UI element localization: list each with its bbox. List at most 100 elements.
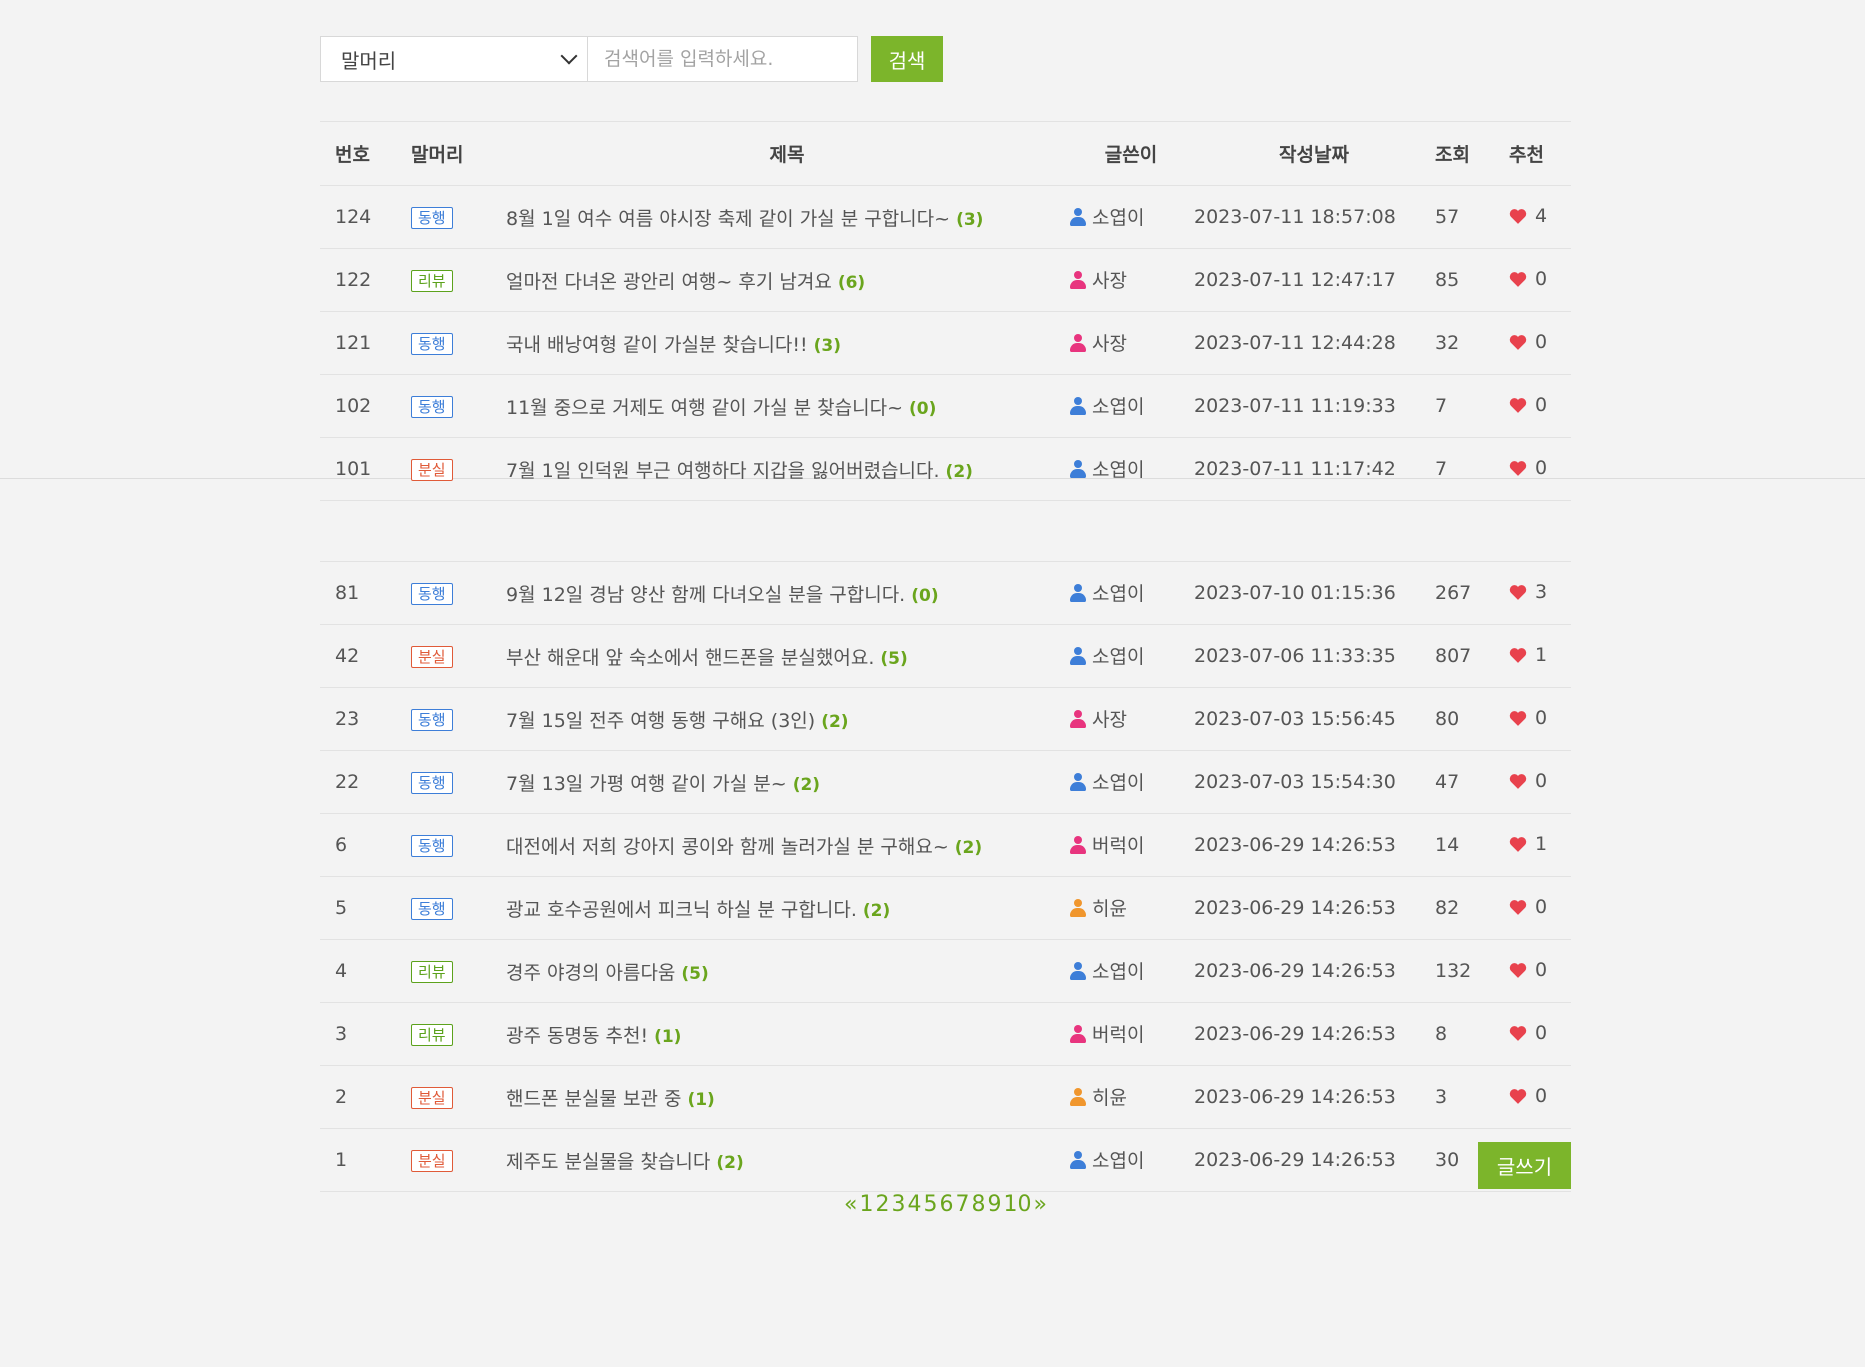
post-number: 5 (320, 876, 410, 940)
header-recommend: 추천 (1508, 121, 1571, 186)
post-title-link[interactable]: 7월 1일 인덕원 부근 여행하다 지갑을 잃어버렸습니다. (506, 460, 940, 482)
post-title-link[interactable]: 9월 12일 경남 양산 함께 다녀오실 분을 구합니다. (506, 584, 905, 606)
pagination-page-6[interactable]: 6 (940, 1192, 954, 1217)
table-row[interactable]: 6 동행 대전에서 저희 강아지 콩이와 함께 놀러가실 분 구해요~ (2) 버… (320, 813, 1571, 877)
search-input[interactable] (588, 36, 858, 82)
pagination-page-4[interactable]: 4 (908, 1192, 922, 1217)
post-title-link[interactable]: 11월 중으로 거제도 여행 같이 가실 분 찾습니다~ (506, 397, 903, 419)
writer-name[interactable]: 버럭이 (1092, 831, 1144, 858)
post-title-link[interactable]: 광주 동명동 추천! (506, 1025, 648, 1047)
search-button[interactable]: 검색 (871, 36, 943, 82)
category-tag-cell: 동행 (410, 876, 505, 940)
table-row[interactable]: 3 리뷰 광주 동명동 추천! (1) 버럭이 2023-06-29 14:26:… (320, 1002, 1571, 1066)
post-date: 2023-07-06 11:33:35 (1193, 624, 1435, 688)
table-row[interactable]: 2 분실 핸드폰 분실물 보관 중 (1) 히윤 2023-06-29 14:26… (320, 1065, 1571, 1129)
pagination-page-10[interactable]: 10 (1004, 1192, 1032, 1217)
post-title-link[interactable]: 핸드폰 분실물 보관 중 (506, 1088, 681, 1110)
writer-name[interactable]: 소엽이 (1092, 957, 1144, 984)
pagination-page-7[interactable]: 7 (956, 1192, 970, 1217)
heart-icon (1509, 900, 1527, 915)
table-row[interactable]: 121 동행 국내 배낭여형 같이 가실분 찾습니다!! (3) 사장 2023-… (320, 311, 1571, 375)
post-title-link[interactable]: 8월 1일 여수 여름 야시장 축제 같이 가실 분 구합니다~ (506, 208, 950, 230)
category-tag-cell: 동행 (410, 561, 505, 625)
writer-cell: 소엽이 (1069, 185, 1193, 249)
writer-name[interactable]: 소엽이 (1092, 642, 1144, 669)
header-writer: 글쓴이 (1069, 121, 1193, 186)
category-tag-cell: 분실 (410, 437, 505, 501)
post-date: 2023-06-29 14:26:53 (1193, 939, 1435, 1003)
header-category: 말머리 (410, 121, 505, 186)
post-title-link[interactable]: 부산 해운대 앞 숙소에서 핸드폰을 분실했어요. (506, 647, 874, 669)
recommend-cell: 0 (1508, 437, 1571, 501)
comment-count: (3) (956, 209, 984, 230)
recommend-count: 1 (1535, 833, 1548, 855)
writer-name[interactable]: 소엽이 (1092, 768, 1144, 795)
writer-name[interactable]: 버럭이 (1092, 1020, 1144, 1047)
post-title-link[interactable]: 7월 15일 전주 여행 동행 구해요 (3인) (506, 710, 815, 732)
post-title-link[interactable]: 국내 배낭여형 같이 가실분 찾습니다!! (506, 334, 808, 356)
table-row[interactable]: 122 리뷰 얼마전 다녀온 광안리 여행~ 후기 남겨요 (6) 사장 2023… (320, 248, 1571, 312)
recommend-cell: 1 (1508, 624, 1571, 688)
table-row[interactable]: 124 동행 8월 1일 여수 여름 야시장 축제 같이 가실 분 구합니다~ (… (320, 185, 1571, 249)
category-tag-cell: 동행 (410, 311, 505, 375)
table-row[interactable]: 101 분실 7월 1일 인덕원 부근 여행하다 지갑을 잃어버렸습니다. (2)… (320, 437, 1571, 501)
post-title-link[interactable]: 대전에서 저희 강아지 콩이와 함께 놀러가실 분 구해요~ (506, 836, 949, 858)
writer-name[interactable]: 소엽이 (1092, 392, 1144, 419)
category-tag: 분실 (411, 645, 453, 668)
writer-name[interactable]: 사장 (1092, 266, 1127, 293)
table-row[interactable]: 1 분실 제주도 분실물을 찾습니다 (2) 소엽이 2023-06-29 14:… (320, 1128, 1571, 1192)
view-count: 57 (1435, 185, 1508, 249)
view-count: 267 (1435, 561, 1508, 625)
comment-count: (2) (716, 1152, 744, 1173)
pagination-page-5[interactable]: 5 (924, 1192, 938, 1217)
writer-name[interactable]: 히윤 (1092, 1083, 1127, 1110)
pagination-page-2[interactable]: 2 (876, 1192, 890, 1217)
user-icon (1070, 961, 1086, 980)
writer-name[interactable]: 소엽이 (1092, 455, 1144, 482)
table-row[interactable]: 42 분실 부산 해운대 앞 숙소에서 핸드폰을 분실했어요. (5) 소엽이 2… (320, 624, 1571, 688)
table-row[interactable]: 23 동행 7월 15일 전주 여행 동행 구해요 (3인) (2) 사장 202… (320, 687, 1571, 751)
category-tag: 리뷰 (411, 960, 453, 983)
writer-name[interactable]: 사장 (1092, 329, 1127, 356)
post-date: 2023-07-11 18:57:08 (1193, 185, 1435, 249)
category-tag: 동행 (411, 708, 453, 731)
heart-icon (1509, 774, 1527, 789)
write-button[interactable]: 글쓰기 (1478, 1142, 1571, 1189)
heart-icon (1509, 398, 1527, 413)
post-date: 2023-06-29 14:26:53 (1193, 1128, 1435, 1192)
pagination-page-1[interactable]: 1 (860, 1192, 874, 1217)
writer-name[interactable]: 소엽이 (1092, 203, 1144, 230)
table-row[interactable]: 5 동행 광교 호수공원에서 피크닉 하실 분 구합니다. (2) 히윤 2023… (320, 876, 1571, 940)
post-date: 2023-06-29 14:26:53 (1193, 813, 1435, 877)
post-title-link[interactable]: 광교 호수공원에서 피크닉 하실 분 구합니다. (506, 899, 857, 921)
table-row[interactable]: 22 동행 7월 13일 가평 여행 같이 가실 분~ (2) 소엽이 2023-… (320, 750, 1571, 814)
post-date: 2023-06-29 14:26:53 (1193, 1002, 1435, 1066)
heart-icon (1509, 837, 1527, 852)
writer-name[interactable]: 소엽이 (1092, 1146, 1144, 1173)
table-row[interactable]: 81 동행 9월 12일 경남 양산 함께 다녀오실 분을 구합니다. (0) 소… (320, 561, 1571, 625)
table-row[interactable]: 4 리뷰 경주 야경의 아름다움 (5) 소엽이 2023-06-29 14:26… (320, 939, 1571, 1003)
post-title-link[interactable]: 제주도 분실물을 찾습니다 (506, 1151, 710, 1173)
user-icon (1070, 270, 1086, 289)
pagination-page-3[interactable]: 3 (892, 1192, 906, 1217)
table-row[interactable]: 102 동행 11월 중으로 거제도 여행 같이 가실 분 찾습니다~ (0) 소… (320, 374, 1571, 438)
view-count: 7 (1435, 437, 1508, 501)
post-title-link[interactable]: 경주 야경의 아름다움 (506, 962, 675, 984)
writer-name[interactable]: 소엽이 (1092, 579, 1144, 606)
heart-icon (1509, 711, 1527, 726)
category-tag-cell: 동행 (410, 813, 505, 877)
writer-name[interactable]: 히윤 (1092, 894, 1127, 921)
writer-cell: 버럭이 (1069, 1002, 1193, 1066)
category-select[interactable]: 말머리 (320, 36, 588, 82)
pagination-page-9[interactable]: 9 (988, 1192, 1002, 1217)
user-icon (1070, 1087, 1086, 1106)
heart-icon (1509, 335, 1527, 350)
post-title-link[interactable]: 얼마전 다녀온 광안리 여행~ 후기 남겨요 (506, 271, 832, 293)
writer-name[interactable]: 사장 (1092, 705, 1127, 732)
pagination-page-8[interactable]: 8 (972, 1192, 986, 1217)
category-tag: 동행 (411, 834, 453, 857)
pagination-next[interactable]: » (1034, 1192, 1047, 1217)
post-title-link[interactable]: 7월 13일 가평 여행 같이 가실 분~ (506, 773, 787, 795)
pagination-prev[interactable]: « (844, 1192, 857, 1217)
category-tag-cell: 동행 (410, 185, 505, 249)
